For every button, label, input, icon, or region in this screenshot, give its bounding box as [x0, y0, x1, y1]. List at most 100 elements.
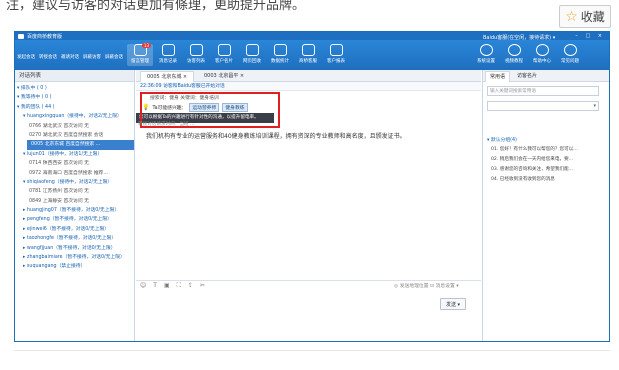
- quick-reply-item[interactable]: 04. 已经收到没有收到您的消息: [491, 175, 609, 185]
- tree-group-row[interactable]: ▾ 我等待中 ( 0 ): [17, 93, 134, 102]
- quick-reply-search-input[interactable]: 输入关键词搜索常用语: [487, 86, 599, 96]
- conversation-row[interactable]: 0972 海南海口 百度自然搜索 推荐...: [17, 169, 134, 178]
- chat-info-bar: 22:36:09 访客和Baidu客服已开始对话: [136, 82, 481, 91]
- history-button[interactable]: 消息记录: [155, 44, 181, 66]
- tab-chat-0005[interactable]: 0005 北京东城 ×: [140, 71, 195, 82]
- chat-panel: 0005 北京东城 × 0003 北京昌平 × 22:36:09 访客和Baid…: [136, 70, 481, 341]
- chat-tabs: 0005 北京东城 × 0003 北京昌平 ×: [136, 70, 481, 82]
- toolbar-label: 客户报表: [327, 59, 345, 64]
- image-icon[interactable]: ▣: [164, 282, 170, 289]
- tree-group-row[interactable]: ▸ ejinwei6（暂不接待，对话0/无上限）: [17, 225, 134, 234]
- quick-reply-item[interactable]: 03. 感谢您的咨询和关注，希望我们能...: [491, 165, 609, 175]
- window-controls[interactable]: – □ ×: [575, 33, 605, 39]
- divider: [14, 350, 610, 351]
- tab-quick-replies[interactable]: 常用语: [485, 71, 511, 82]
- quick-reply-group-select[interactable]: ▾: [487, 101, 599, 111]
- tree-group-row[interactable]: ▾ 我的团队 ( 44 ): [17, 103, 134, 112]
- title-bar: 百度商桥教育版 Baidu客服(在空闲，接待请求) ▾ – □ ×: [15, 32, 609, 41]
- card-icon: [217, 44, 231, 56]
- send-button[interactable]: 发送 ▾: [440, 298, 466, 310]
- chevron-down-icon: ▾: [593, 103, 596, 109]
- tree-group-row[interactable]: ▾ 排队中 ( 0 ): [17, 84, 134, 93]
- conversation-list-panel: 对话列表 ▾ 排队中 ( 0 ) ▾ 我等待中 ( 0 ) ▾ 我的团队 ( 44 …: [15, 70, 135, 341]
- transfer-note: 转接对话请求时间：当班 ...: [138, 122, 195, 127]
- toolbar-label: 网页回收: [243, 59, 261, 64]
- messages-badge: 13: [141, 43, 151, 48]
- transfer-chat-button[interactable]: 转接会话: [39, 54, 57, 60]
- toolbar-label: 客户名片: [215, 59, 233, 64]
- start-chat-button[interactable]: 发起会话: [17, 54, 35, 60]
- right-tabs: 常用语 访客名片: [483, 70, 609, 82]
- clock-icon: [161, 44, 175, 56]
- tab-chat-0003[interactable]: 0003 北京昌平 ×: [198, 71, 250, 82]
- conversation-row[interactable]: 0714 陕西西安 首次访问 无: [17, 159, 134, 168]
- tree-group-row[interactable]: ▸ taozhongfe（暂不接待，对话0/无上限）: [17, 234, 134, 243]
- conversation-row-selected[interactable]: 0005 北京东城 百度自然搜索 ...: [27, 140, 134, 150]
- right-panel: 常用语 访客名片 输入关键词搜索常用语 ▾ ▾ 默认分组(4) 01. 您好！有…: [482, 70, 609, 341]
- tree-group-row[interactable]: ▸ suquangang（禁止接待）: [17, 262, 134, 271]
- toolbar-label: 视频教程: [505, 59, 523, 64]
- invite-chat-button[interactable]: 邀请对话: [61, 54, 79, 60]
- messages-button[interactable]: 13 留言管理: [127, 43, 153, 66]
- toolbar-label: 数据统计: [271, 59, 289, 64]
- toolbar-label: 系统设置: [477, 59, 495, 64]
- tree-group-row[interactable]: ▸ zhangbaimiare（暂不接待，对话0/无上限）: [17, 253, 134, 262]
- toolbar-label: 消息记录: [159, 59, 177, 64]
- toolbar-label: 商桥客服: [299, 59, 317, 64]
- toolbar-label: 常见问题: [561, 59, 579, 64]
- tree-group-row[interactable]: ▾ lujun01（接待中，对话1/无上限）: [17, 150, 134, 159]
- conversation-row[interactable]: 0781 江苏扬州 首次访问 无: [17, 187, 134, 196]
- favorite-label: 收藏: [580, 10, 605, 24]
- favorite-button[interactable]: ☆ 收藏: [559, 5, 611, 28]
- bridge-service-button[interactable]: 商桥客服: [295, 44, 321, 66]
- conversation-row[interactable]: 0270 湖北武汉 百度自然搜索 会话: [17, 131, 134, 140]
- send-location-button[interactable]: ◎ 发送地理位置: [394, 284, 429, 289]
- font-icon[interactable]: T: [153, 282, 157, 289]
- quick-reply-item[interactable]: 01. 您好！有什么我可以帮您的？您可以...: [491, 145, 609, 155]
- quick-reply-category[interactable]: ▾ 默认分组(4): [487, 136, 517, 143]
- conversation-list-header: 对话列表: [15, 70, 134, 82]
- chat-icon: [301, 44, 315, 56]
- web-recycle-button[interactable]: 网页回收: [239, 44, 265, 66]
- tree-group-row[interactable]: ▾ shiqiaofeng（接待中，对话2/无上限）: [17, 178, 134, 187]
- tree-group-row[interactable]: ▾ huangxingquan（接待中，对话2/无上限）: [17, 112, 134, 121]
- main-toolbar: 发起会话 转接会话 邀请对话 屏蔽访客 屏蔽会话 13 留言管理 消息记录 访客…: [15, 40, 609, 70]
- toolbar-label: 留言管理: [131, 59, 149, 64]
- conversation-tree: ▾ 排队中 ( 0 ) ▾ 我等待中 ( 0 ) ▾ 我的团队 ( 44 ) ▾ hu…: [15, 82, 134, 272]
- app-title: 百度商桥教育版: [27, 33, 63, 40]
- video-icon: [507, 44, 521, 56]
- tree-group-row[interactable]: ▸ huangjing07（暂不接待，对话0/无上限）: [17, 206, 134, 215]
- gear-icon: [479, 44, 493, 56]
- help-center-button[interactable]: 帮助中心: [529, 44, 555, 66]
- conversation-row[interactable]: 0849 上海静安 首次访问 无: [17, 197, 134, 206]
- tree-group-row[interactable]: ▸ wangfjjuan（暂不接待，对话0/无上限）: [17, 244, 134, 253]
- screenshot-icon[interactable]: ⛶: [177, 282, 181, 290]
- visitor-list-button[interactable]: 访客列表: [183, 44, 209, 66]
- customer-card-button[interactable]: 客户名片: [211, 44, 237, 66]
- system-settings-button[interactable]: 系统设置: [473, 44, 499, 66]
- scissors-icon[interactable]: ✂: [200, 282, 205, 289]
- file-icon[interactable]: ⇪: [188, 282, 193, 289]
- quick-reply-list: 01. 您好！有什么我可以帮您的？您可以... 02. 稍后我们会在一天内给您来…: [491, 145, 609, 185]
- video-tutorial-button[interactable]: 视频教程: [501, 44, 527, 66]
- emoji-icon[interactable]: ☺: [140, 282, 146, 289]
- inbox-icon: [245, 44, 259, 56]
- faq-button[interactable]: 常见问题: [557, 44, 583, 66]
- statistics-button[interactable]: 数据统计: [267, 44, 293, 66]
- chart-icon: [273, 44, 287, 56]
- customer-report-button[interactable]: 客户报表: [323, 44, 349, 66]
- tree-group-row[interactable]: ▸ pengfeng（暂不接待，对话0/无上限）: [17, 215, 134, 224]
- quick-reply-item[interactable]: 02. 稍后我们会在一天内给您来电，要...: [491, 155, 609, 165]
- message-settings-button[interactable]: ⊡ 消息设置 ▾: [430, 284, 459, 289]
- block-visitor-button[interactable]: 屏蔽访客: [83, 54, 101, 60]
- app-window: 百度商桥教育版 Baidu客服(在空闲，接待请求) ▾ – □ × 发起会话 转…: [14, 31, 610, 342]
- conversation-row[interactable]: 0766 湖北武汉 首次访问 无: [17, 122, 134, 131]
- location-actions: ◎ 发送地理位置 ⊡ 消息设置 ▾: [394, 282, 459, 289]
- question-icon: [535, 44, 549, 56]
- report-icon: [329, 44, 343, 56]
- toolbar-label: 访客列表: [187, 59, 205, 64]
- tab-visitor-card[interactable]: 访客名片: [513, 71, 541, 82]
- block-chat-button[interactable]: 屏蔽会话: [105, 54, 123, 60]
- info-icon: [563, 44, 577, 56]
- article-top-text: 注，建议与访客的对话更加有條理，更助提升品牌。: [6, 0, 306, 13]
